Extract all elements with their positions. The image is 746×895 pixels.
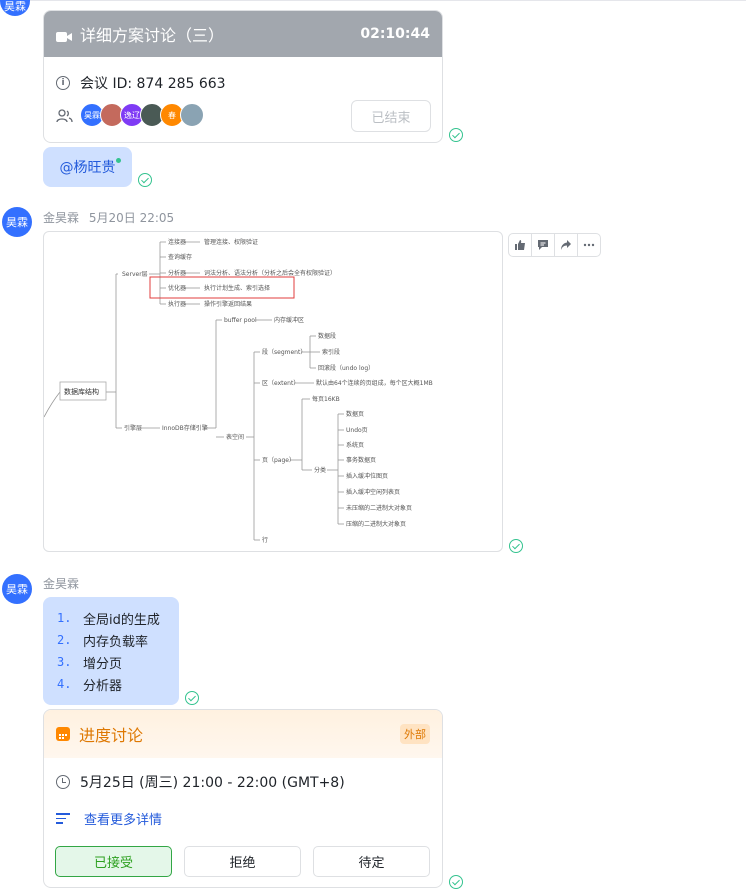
svg-text:压缩的二进制大对象页: 压缩的二进制大对象页 — [346, 520, 406, 528]
svg-text:buffer pool: buffer pool — [224, 317, 257, 324]
avatar[interactable]: 昊霖 — [2, 207, 32, 237]
message-meta: 金昊霖 5月20日 22:05 — [43, 209, 174, 226]
svg-text:段（segment）: 段（segment） — [262, 348, 306, 356]
mindmap-server: Server层 — [122, 271, 148, 278]
forward-icon[interactable] — [554, 233, 578, 257]
clock-icon — [56, 775, 70, 789]
meeting-id: 会议 ID: 874 285 663 — [80, 76, 226, 92]
read-check-icon — [449, 875, 463, 889]
svg-text:事务数据页: 事务数据页 — [346, 456, 376, 464]
svg-text:表空间: 表空间 — [226, 433, 244, 441]
svg-text:连接器: 连接器 — [168, 238, 186, 246]
meeting-card-header: 详细方案讨论（三） 02:10:44 — [44, 11, 442, 57]
participant-avatars[interactable]: 昊霖 逸辽 春 — [80, 103, 204, 127]
meeting-title: 详细方案讨论（三） — [80, 26, 225, 45]
svg-text:执行计划生成、索引选择: 执行计划生成、索引选择 — [204, 284, 270, 292]
svg-text:插入缓冲空闲列表页: 插入缓冲空闲列表页 — [346, 488, 400, 496]
list-bubble[interactable]: 1. 全局id的生成 2. 内存负载率 3. 增分页 4. 分析器 — [43, 597, 179, 705]
svg-text:Undo页: Undo页 — [346, 427, 368, 434]
mindmap-root: 数据库结构 — [64, 387, 99, 396]
image-attachment[interactable]: 数据库结构 Server层 连接器 管理连接、权限验证 查询缓存 分析器 词法分… — [43, 231, 503, 552]
more-icon[interactable] — [577, 233, 601, 257]
list-item: 2. 内存负载率 — [57, 633, 149, 650]
meeting-card[interactable]: 详细方案讨论（三） 02:10:44 i 会议 ID: 874 285 663 … — [43, 10, 443, 143]
calendar-card-header: 进度讨论 外部 — [44, 710, 442, 758]
more-details-link[interactable]: 查看更多详情 — [56, 809, 162, 828]
online-dot-icon — [116, 158, 121, 163]
mention-text[interactable]: @杨旺贵 — [60, 157, 116, 177]
calendar-card[interactable]: 进度讨论 外部 5月25日 (周三) 21:00 - 22:00 (GMT+8)… — [43, 709, 443, 888]
list-item: 3. 增分页 — [57, 655, 123, 672]
event-time: 5月25日 (周三) 21:00 - 22:00 (GMT+8) — [80, 775, 345, 791]
svg-text:索引段: 索引段 — [322, 348, 340, 356]
tentative-button[interactable]: 待定 — [313, 846, 430, 877]
meeting-id-row: i 会议 ID: 874 285 663 — [56, 73, 226, 93]
svg-text:InnoDB存储引擎: InnoDB存储引擎 — [162, 424, 208, 432]
sender-name: 金昊霖 — [43, 577, 80, 591]
thumbs-up-icon[interactable] — [508, 233, 532, 257]
message-time: 5月20日 22:05 — [88, 211, 175, 225]
video-camera-icon — [56, 28, 72, 42]
list-item: 4. 分析器 — [57, 677, 123, 694]
info-icon: i — [56, 76, 70, 90]
svg-text:操作引擎返回结果: 操作引擎返回结果 — [204, 300, 252, 308]
mindmap-image: 数据库结构 Server层 连接器 管理连接、权限验证 查询缓存 分析器 词法分… — [44, 238, 433, 544]
svg-text:分类: 分类 — [314, 466, 326, 474]
svg-text:优化器: 优化器 — [168, 284, 186, 292]
read-check-icon — [185, 691, 199, 705]
svg-text:分析器: 分析器 — [168, 269, 186, 277]
meeting-duration: 02:10:44 — [360, 26, 430, 42]
svg-text:页（page）: 页（page） — [262, 457, 295, 464]
message-toolbar — [508, 233, 601, 257]
svg-text:数据段: 数据段 — [318, 332, 336, 340]
svg-text:回滚段（undo log）: 回滚段（undo log） — [318, 364, 374, 372]
svg-text:系统页: 系统页 — [346, 441, 364, 449]
top-divider — [0, 0, 746, 4]
svg-text:默认由64个连续的页组成，每个区大概1MB: 默认由64个连续的页组成，每个区大概1MB — [316, 379, 433, 387]
read-check-icon — [449, 128, 463, 142]
svg-text:数据页: 数据页 — [346, 410, 364, 418]
svg-text:行: 行 — [262, 536, 268, 544]
calendar-title: 进度讨论 — [79, 726, 144, 745]
svg-text:未压缩的二进制大对象页: 未压缩的二进制大对象页 — [346, 504, 412, 512]
participants-icon — [56, 108, 74, 124]
read-check-icon — [138, 173, 152, 187]
external-badge: 外部 — [400, 724, 430, 744]
avatar[interactable]: 昊霖 — [2, 574, 32, 604]
svg-text:管理连接、权限验证: 管理连接、权限验证 — [204, 238, 258, 246]
svg-text:引擎层: 引擎层 — [124, 424, 142, 432]
svg-text:内存缓冲区: 内存缓冲区 — [274, 316, 304, 324]
calendar-icon — [56, 727, 70, 741]
svg-text:插入缓冲位图页: 插入缓冲位图页 — [346, 472, 388, 480]
decline-button[interactable]: 拒绝 — [184, 846, 301, 877]
read-check-icon — [509, 539, 523, 553]
sender-name: 金昊霖 — [43, 211, 80, 225]
meeting-ended-button[interactable]: 已结束 — [351, 100, 431, 132]
list-item: 1. 全局id的生成 — [57, 611, 160, 628]
reply-icon[interactable] — [531, 233, 555, 257]
avatar[interactable]: 昊霖 — [0, 0, 30, 16]
details-list-icon — [56, 813, 70, 824]
svg-text:区（extent）: 区（extent） — [262, 380, 299, 387]
svg-text:查询缓存: 查询缓存 — [168, 253, 192, 261]
svg-text:每页16KB: 每页16KB — [312, 395, 340, 403]
accept-button[interactable]: 已接受 — [55, 846, 172, 877]
event-time-row: 5月25日 (周三) 21:00 - 22:00 (GMT+8) — [56, 772, 345, 792]
mention-bubble[interactable]: @杨旺贵 — [43, 147, 132, 187]
svg-text:执行器: 执行器 — [168, 300, 186, 308]
svg-text:词法分析、语法分析（分析之后会全有权限验证）: 词法分析、语法分析（分析之后会全有权限验证） — [204, 269, 336, 277]
rsvp-buttons: 已接受 拒绝 待定 — [55, 846, 442, 877]
participant-avatar[interactable] — [180, 103, 204, 127]
